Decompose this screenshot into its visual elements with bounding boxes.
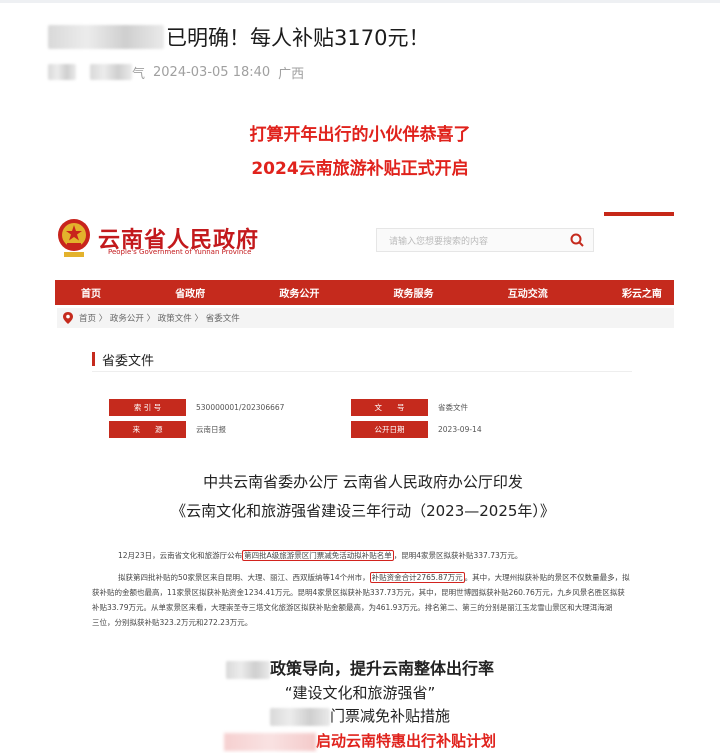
source-label: 来 源 [109, 421, 186, 438]
blurred-text-1 [225, 660, 270, 679]
breadcrumb: 首页 〉 政务公开 〉 政策文件 〉 省委文件 [57, 308, 674, 328]
article-title-text: 已明确！每人补贴3170元！ [166, 26, 430, 50]
body-p1-start: 12月23日，云南省文化和旅游厅公布 [118, 551, 243, 560]
nav-gov-affairs[interactable]: 政务公开 [279, 285, 319, 300]
bottom-line-4-text: 启动云南特惠出行补贴计划 [315, 732, 496, 750]
body-para-5: 三位，分别拟获补贴323.2万元和272.23万元。 [92, 618, 253, 627]
docno-label: 文 号 [351, 399, 428, 416]
meta-suffix: 气 [132, 66, 146, 82]
body-p1-end: ，昆明4家景区拟获补贴337.73万元。 [393, 551, 523, 560]
highlight-box-total: 补贴资金合计2765.87万元 [369, 572, 465, 583]
source-value: 云南日报 [196, 425, 226, 434]
document-meta-table: 索 引 号 530000001/202306667 文 号 省委文件 来 源 云… [109, 399, 574, 439]
docno-value: 省委文件 [438, 403, 468, 412]
publish-region: 广西 [278, 66, 305, 82]
search-icon[interactable] [569, 232, 585, 248]
nav-caiyun[interactable]: 彩云之南 [622, 285, 662, 300]
bottom-line-1: 政策导向，提升云南整体出行率 [0, 655, 720, 679]
date-value: 2023-09-14 [438, 425, 482, 434]
headline-line-1: 打算开年出行的小伙伴恭喜了 [249, 125, 471, 145]
section-header: 省委文件 [92, 350, 632, 372]
section-marker [92, 352, 95, 366]
highlight-box-list: 第四批A级旅游景区门票减免活动拟补贴名单 [242, 550, 394, 561]
site-header: 云南省人民政府 People's Government of Yunnan Pr… [52, 212, 674, 280]
bottom-line-2: “建设文化和旅游强省” [284, 684, 436, 702]
bottom-line-3-text: 门票减免补贴措施 [329, 707, 450, 725]
index-value: 530000001/202306667 [196, 403, 285, 412]
bottom-line-1-text: 政策导向，提升云南整体出行率 [269, 659, 494, 678]
body-p2-start: 拟获第四批补贴的50家景区来自昆明、大理、丽江、西双版纳等14个州市， [118, 573, 370, 582]
section-title: 省委文件 [102, 354, 155, 369]
embedded-website-screenshot: 云南省人民政府 People's Government of Yunnan Pr… [52, 212, 674, 539]
nav-provincial-gov[interactable]: 省政府 [175, 285, 205, 300]
article-title: 已明确！每人补贴3170元！ [48, 22, 429, 52]
search-placeholder: 请输入您想要搜索的内容 [389, 237, 489, 247]
site-search-input[interactable]: 请输入您想要搜索的内容 [376, 228, 594, 252]
site-name-en: People's Government of Yunnan Province [108, 248, 252, 256]
blurred-author [48, 64, 76, 80]
location-pin-icon [63, 312, 73, 324]
index-label: 索 引 号 [109, 399, 186, 416]
blurred-text-4 [223, 732, 316, 751]
article-page: 已明确！每人补贴3170元！ 气 2024-03-05 18:40 广西 打算开… [0, 0, 720, 753]
blurred-text-3 [269, 707, 330, 726]
header-decoration [604, 212, 674, 216]
body-p2-end: 。其中，大理州拟获补贴的景区不仅数量最多，拟 [464, 573, 630, 582]
bottom-line-4: 启动云南特惠出行补贴计划 [0, 730, 720, 751]
date-label: 公开日期 [351, 421, 428, 438]
blurred-title-prefix [48, 25, 164, 49]
blurred-account [90, 64, 132, 80]
article-meta: 气 2024-03-05 18:40 广西 [48, 62, 304, 82]
nav-interaction[interactable]: 互动交流 [508, 285, 548, 300]
national-emblem-icon [58, 219, 90, 257]
breadcrumb-text[interactable]: 首页 〉 政务公开 〉 政策文件 〉 省委文件 [79, 312, 240, 324]
nav-home[interactable]: 首页 [81, 285, 101, 300]
site-nav: 首页 省政府 政务公开 政务服务 互动交流 彩云之南 [55, 280, 674, 305]
top-divider [0, 0, 720, 3]
headline-line-2: 2024云南旅游补贴正式开启 [251, 159, 469, 179]
doc-title-line-2: 《云南文化和旅游强省建设三年行动（2023—2025年）》 [171, 502, 555, 520]
doc-title-line-1: 中共云南省委办公厅 云南省人民政府办公厅印发 [203, 473, 523, 491]
bottom-line-3: 门票减免补贴措施 [0, 705, 720, 726]
body-para-1: 12月23日，云南省文化和旅游厅公布 第四批A级旅游景区门票减免活动拟补贴名单 ，昆… [118, 548, 522, 563]
body-para-2: 拟获第四批补贴的50家景区来自昆明、大理、丽江、西双版纳等14个州市， 补贴资金合… [118, 570, 630, 585]
body-para-3: 获补贴的金额也最高，11家景区拟获补贴资金1234.41万元。昆明4家景区拟获补… [92, 588, 625, 597]
nav-gov-services[interactable]: 政务服务 [394, 285, 434, 300]
publish-date: 2024-03-05 18:40 [153, 64, 271, 80]
body-para-4: 补贴33.79万元。从单家景区来看，大理崇圣寺三塔文化旅游区拟获补贴金额最高，为… [92, 603, 613, 612]
